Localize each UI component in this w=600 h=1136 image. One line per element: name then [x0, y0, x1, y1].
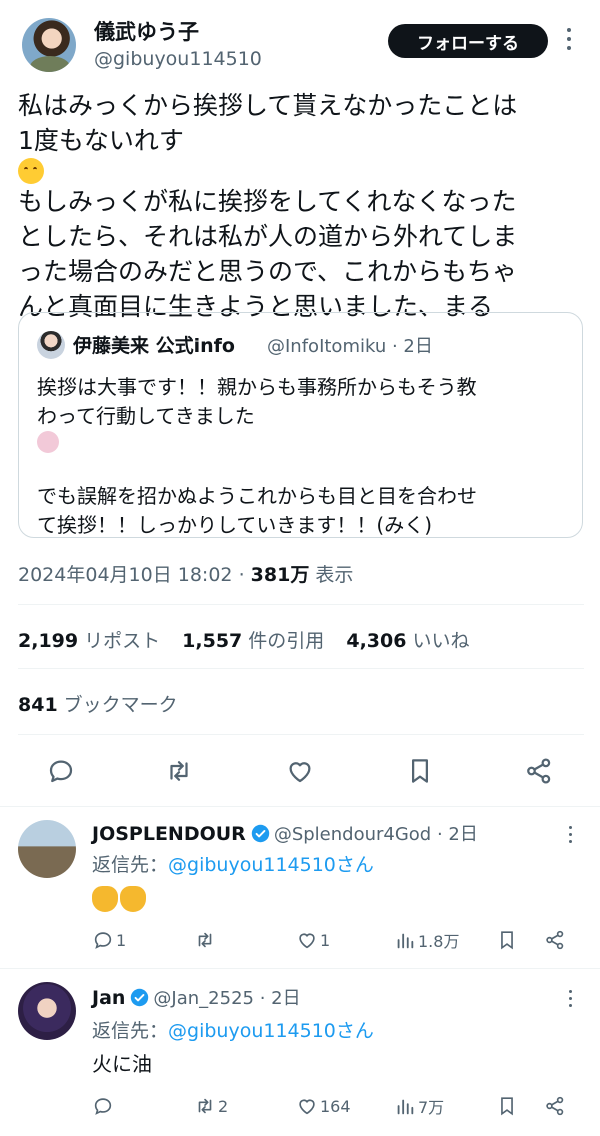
reply-to-line: 返信先：@gibuyou114510さん: [92, 1020, 374, 1042]
reply-author[interactable]: JOSPLENDOUR @Splendour4God · 2日: [92, 820, 478, 846]
author-display-name[interactable]: 儀武ゆう子: [94, 16, 199, 46]
engagement-stats: 2,199 リポスト 1,557 件の引用 4,306 いいね: [18, 626, 485, 653]
repost-icon[interactable]: [164, 756, 194, 786]
reply-author[interactable]: Jan @Jan_2525 · 2日: [92, 984, 301, 1010]
share-icon: [546, 1096, 564, 1116]
reposts-stat[interactable]: 2,199 リポスト: [18, 630, 160, 652]
tweet-text-line: 1度もないれす: [18, 123, 586, 184]
follow-button[interactable]: フォローする: [388, 24, 548, 58]
reply-button[interactable]: [92, 1094, 116, 1118]
person-gesturing-emoji-icon: [37, 431, 59, 453]
tweet-meta: 2024年04月10日 18:02 · 381万 表示: [18, 564, 354, 586]
quoted-avatar: [37, 331, 65, 359]
face-savoring-food-emoji-icon: [18, 158, 44, 184]
quoted-text-line: て挨拶！！しっかりしていきます！！(みく): [37, 513, 433, 537]
avatar[interactable]: [18, 982, 76, 1040]
views-button[interactable]: 1.8万: [394, 928, 459, 952]
divider: [18, 668, 584, 669]
share-button[interactable]: [544, 928, 568, 952]
quoted-text-blank-line: [37, 453, 577, 482]
avatar[interactable]: [22, 18, 76, 72]
views-count: 381万: [250, 564, 310, 586]
clapping-hands-emoji-icon: [120, 886, 146, 912]
likes-stat[interactable]: 4,306 いいね: [346, 630, 469, 652]
divider: [18, 734, 584, 735]
tweet-header: 儀武ゆう子 @gibuyou114510 フォローする: [0, 0, 600, 84]
bookmark-button[interactable]: [496, 1094, 520, 1118]
tweet-text-line: としたら、それは私が人の道から外れてしま: [18, 222, 518, 251]
reply-action-bar: 2 164 7万: [0, 1094, 600, 1118]
bookmark-icon: [501, 931, 513, 950]
quoted-tweet[interactable]: 伊藤美来 公式info @InfoItomiku · 2日 挨拶は大事です！！親…: [18, 312, 583, 538]
tweet-text: 私はみっくから挨拶して貰えなかったことは 1度もないれす もしみっくが私に挨拶を…: [18, 88, 586, 324]
bookmark-button[interactable]: [496, 928, 520, 952]
quoted-text-line: わって行動してきました: [37, 402, 577, 453]
views-button[interactable]: 7万: [394, 1094, 444, 1118]
more-options-icon[interactable]: [565, 990, 575, 1011]
quoted-text-line: 挨拶は大事です！！親からも事務所からもそう教: [37, 375, 477, 399]
verified-badge-icon: [131, 988, 149, 1007]
reply-tweet[interactable]: Jan @Jan_2525 · 2日 返信先：@gibuyou114510さん 火…: [0, 968, 600, 1136]
reply-action-bar: 1 1 1.8万: [0, 928, 600, 952]
repost-button[interactable]: 2: [194, 1094, 228, 1118]
quoted-text: 挨拶は大事です！！親からも事務所からもそう教 わって行動してきました でも誤解を…: [37, 373, 577, 540]
avatar[interactable]: [18, 820, 76, 878]
repost-icon: [198, 1098, 212, 1114]
clapping-hands-emoji-icon: [92, 886, 118, 912]
more-options-icon[interactable]: [565, 826, 575, 847]
author-handle[interactable]: @gibuyou114510: [94, 48, 262, 70]
reply-to-handle[interactable]: @gibuyou114510さん: [168, 854, 374, 876]
analytics-icon: [397, 933, 414, 949]
reply-to-line: 返信先：@gibuyou114510さん: [92, 854, 374, 876]
divider: [18, 604, 584, 605]
share-button[interactable]: [544, 1094, 568, 1118]
timestamp[interactable]: 2024年04月10日 18:02: [18, 564, 233, 586]
reply-icon: [94, 932, 112, 949]
like-button[interactable]: 164: [296, 1094, 351, 1118]
reply-tweet[interactable]: JOSPLENDOUR @Splendour4God · 2日 返信先：@gibu…: [0, 806, 600, 968]
reply-body: 火に油: [92, 1052, 152, 1076]
bookmarks-stat[interactable]: 841 ブックマーク: [18, 690, 178, 717]
quoted-text-line: でも誤解を招かぬようこれからも目と目を合わせ: [37, 484, 477, 508]
quotes-stat[interactable]: 1,557 件の引用: [182, 630, 324, 652]
tweet-action-bar: [0, 756, 600, 786]
like-button[interactable]: 1: [296, 928, 330, 952]
repost-icon: [198, 932, 212, 948]
like-icon: [299, 933, 315, 949]
like-icon[interactable]: [285, 756, 315, 786]
verified-badge-icon: [251, 824, 270, 843]
reply-button[interactable]: 1: [92, 928, 126, 952]
reply-icon: [94, 1098, 112, 1115]
repost-button[interactable]: [194, 928, 218, 952]
quoted-handle-time: @InfoItomiku · 2日: [267, 336, 433, 357]
tweet-text-line: った場合のみだと思うので、これからもちゃ: [18, 257, 518, 286]
tweet-text-line: もしみっくが私に挨拶をしてくれなくなった: [18, 187, 517, 216]
tweet-text-line: 私はみっくから挨拶して貰えなかったことは: [18, 91, 518, 120]
share-icon: [546, 930, 564, 950]
bookmark-icon[interactable]: [405, 756, 435, 786]
share-icon[interactable]: [524, 756, 554, 786]
bookmark-icon: [501, 1097, 513, 1116]
more-options-icon[interactable]: [562, 28, 576, 54]
analytics-icon: [397, 1099, 414, 1115]
reply-to-handle[interactable]: @gibuyou114510さん: [168, 1020, 374, 1042]
reply-body: [92, 886, 148, 913]
quoted-author-name: 伊藤美来 公式info: [73, 335, 235, 357]
reply-icon[interactable]: [46, 756, 76, 786]
like-icon: [299, 1099, 315, 1115]
views-label: 表示: [315, 564, 354, 586]
